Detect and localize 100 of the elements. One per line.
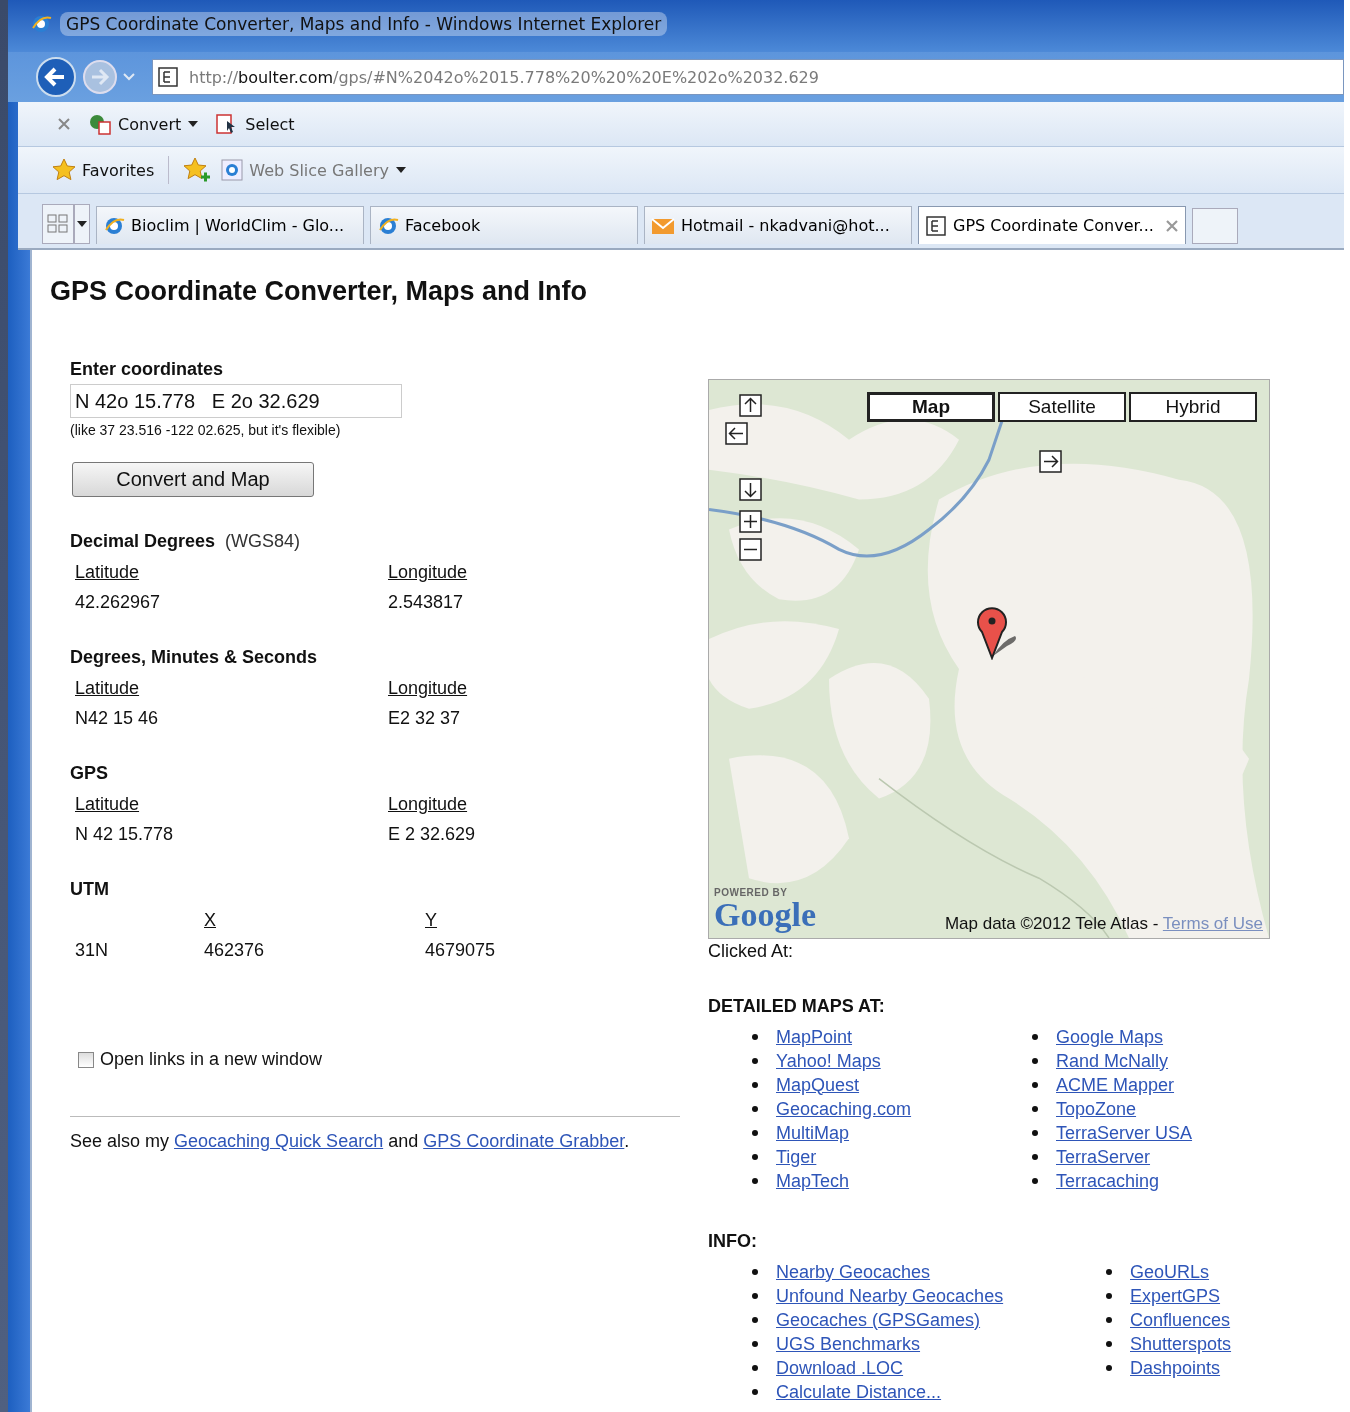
map-link[interactable]: MapTech [776, 1170, 850, 1192]
address-field[interactable]: http://boulter.com/gps/#N%2042o%2015.778%20%20%20E%202o%2032.629 [152, 59, 1344, 95]
bullet-icon [752, 1389, 758, 1395]
section-heading: UTM [70, 879, 109, 899]
caret-icon [187, 120, 200, 128]
map-link[interactable]: Shutterspots [1130, 1333, 1232, 1355]
coordinate-grabber-link[interactable]: GPS Coordinate Grabber [423, 1131, 625, 1151]
bullet-icon [752, 1293, 758, 1299]
list-heading: INFO: [708, 1231, 758, 1252]
map-marker-icon [977, 606, 1017, 660]
bullet-icon [1032, 1130, 1038, 1136]
map-link[interactable]: MapQuest [776, 1074, 860, 1096]
column-heading: Longitude [388, 793, 469, 815]
toolbar-button[interactable]: Convert [88, 113, 200, 135]
tab-list-button[interactable] [74, 204, 90, 244]
bullet-icon [1106, 1317, 1112, 1323]
zoom-out-button[interactable] [739, 538, 763, 562]
toolbar-button[interactable]: Select [215, 113, 295, 135]
map-link[interactable]: GeoURLs [1130, 1261, 1210, 1283]
map-link[interactable]: Tiger [776, 1146, 817, 1168]
section-heading: GPS [70, 763, 108, 783]
caret-icon [395, 166, 407, 174]
bullet-icon [1106, 1341, 1112, 1347]
map-link[interactable]: MapPoint [776, 1026, 853, 1048]
section-note: (WGS84) [225, 531, 301, 551]
section-heading: Degrees, Minutes & Seconds [70, 647, 318, 667]
zoom-in-button[interactable] [739, 510, 763, 534]
back-button[interactable] [34, 55, 78, 99]
bullet-icon [1032, 1082, 1038, 1088]
web-slice-gallery-button[interactable]: Web Slice Gallery [221, 159, 407, 181]
pan-left-button[interactable] [725, 422, 749, 446]
value-text: 31N [75, 939, 110, 961]
column-heading: Longitude [388, 677, 469, 699]
add-favorite-icon[interactable] [183, 157, 212, 183]
map-link[interactable]: Google Maps [1056, 1026, 1164, 1048]
history-dropdown-icon[interactable] [122, 72, 136, 82]
page-title: GPS Coordinate Converter, Maps and Info [50, 276, 589, 307]
bullet-icon [752, 1106, 758, 1112]
bullet-icon [1032, 1154, 1038, 1160]
map-link[interactable]: Terracaching [1056, 1170, 1160, 1192]
map-link[interactable]: Dashpoints [1130, 1357, 1221, 1379]
map-link[interactable]: TopoZone [1056, 1098, 1137, 1120]
map-link[interactable]: Unfound Nearby Geocaches [776, 1285, 1004, 1307]
bullet-icon [752, 1058, 758, 1064]
map-type-button[interactable]: Map [867, 392, 995, 422]
column-heading: X [204, 909, 217, 931]
list-heading: DETAILED MAPS AT: [708, 996, 886, 1017]
close-tab-icon[interactable] [1165, 218, 1179, 233]
value-text: N42 15 46 [75, 707, 160, 729]
convert-button[interactable]: Convert and Map [72, 462, 314, 497]
bullet-icon [1032, 1106, 1038, 1112]
map-link[interactable]: Download .LOC [776, 1357, 904, 1379]
value-text: E2 32 37 [388, 707, 462, 729]
checkbox[interactable] [78, 1051, 94, 1068]
coordinates-field[interactable]: N 42o 15.778 E 2o 32.629 [70, 384, 402, 418]
map-link[interactable]: UGS Benchmarks [776, 1333, 921, 1355]
bullet-icon [752, 1034, 758, 1040]
geocaching-search-link[interactable]: Geocaching Quick Search [174, 1131, 384, 1151]
bullet-icon [752, 1082, 758, 1088]
browser-tab[interactable]: GPS Coordinate Conver... [918, 206, 1186, 244]
map-link[interactable]: Calculate Distance... [776, 1381, 942, 1403]
map-type-button[interactable]: Hybrid [1129, 392, 1257, 422]
column-heading: Y [425, 909, 438, 931]
map-link[interactable]: TerraServer [1056, 1146, 1151, 1168]
globe-document-icon [88, 113, 112, 135]
bullet-icon [752, 1365, 758, 1371]
map-link[interactable]: Confluences [1130, 1309, 1231, 1331]
section-heading: Decimal Degrees [70, 531, 216, 551]
browser-tab[interactable]: Facebook [370, 206, 638, 244]
value-text: N 42 15.778 [75, 823, 175, 845]
map-link[interactable]: ExpertGPS [1130, 1285, 1221, 1307]
map-link[interactable]: MultiMap [776, 1122, 850, 1144]
close-icon[interactable] [56, 116, 72, 132]
map-link[interactable]: Nearby Geocaches [776, 1261, 931, 1283]
bullet-icon [752, 1178, 758, 1184]
bullet-icon [1032, 1058, 1038, 1064]
map-type-button[interactable]: Satellite [998, 392, 1126, 422]
page-icon [925, 214, 947, 237]
new-tab-button[interactable] [1192, 208, 1238, 244]
field-hint: (like 37 23.516 -122 02.625, but it's flexible) [70, 422, 342, 438]
bullet-icon [1032, 1178, 1038, 1184]
checkbox-label: Open links in a new window [100, 1049, 323, 1070]
pan-up-button[interactable] [739, 394, 763, 418]
column-heading: Latitude [75, 677, 141, 699]
map-link[interactable]: Yahoo! Maps [776, 1050, 881, 1072]
browser-logo-icon [221, 159, 244, 181]
clicked-at-text: Clicked At: [708, 941, 795, 962]
value-text: 4679075 [425, 939, 497, 961]
envelope-icon [651, 215, 675, 236]
column-heading: Latitude [75, 561, 141, 583]
map-link[interactable]: Geocaches (GPSGames) [776, 1309, 981, 1331]
browser-tab[interactable]: Hotmail - nkadvani@hot... [644, 206, 912, 244]
map-link[interactable]: Geocaching.com [776, 1098, 912, 1120]
map-panel[interactable]: Map Satellite Hybrid POWERED BY Google Map data ©2012 Tele Atlas - Terms of Use [708, 379, 1270, 939]
favorites-button[interactable]: Favorites [52, 158, 155, 182]
pan-down-button[interactable] [739, 478, 763, 502]
map-link[interactable]: ACME Mapper [1056, 1074, 1175, 1096]
map-link[interactable]: Rand McNally [1056, 1050, 1169, 1072]
map-link[interactable]: TerraServer USA [1056, 1122, 1193, 1144]
browser-tab[interactable]: Bioclim | WorldClim - Glo... [96, 206, 364, 244]
